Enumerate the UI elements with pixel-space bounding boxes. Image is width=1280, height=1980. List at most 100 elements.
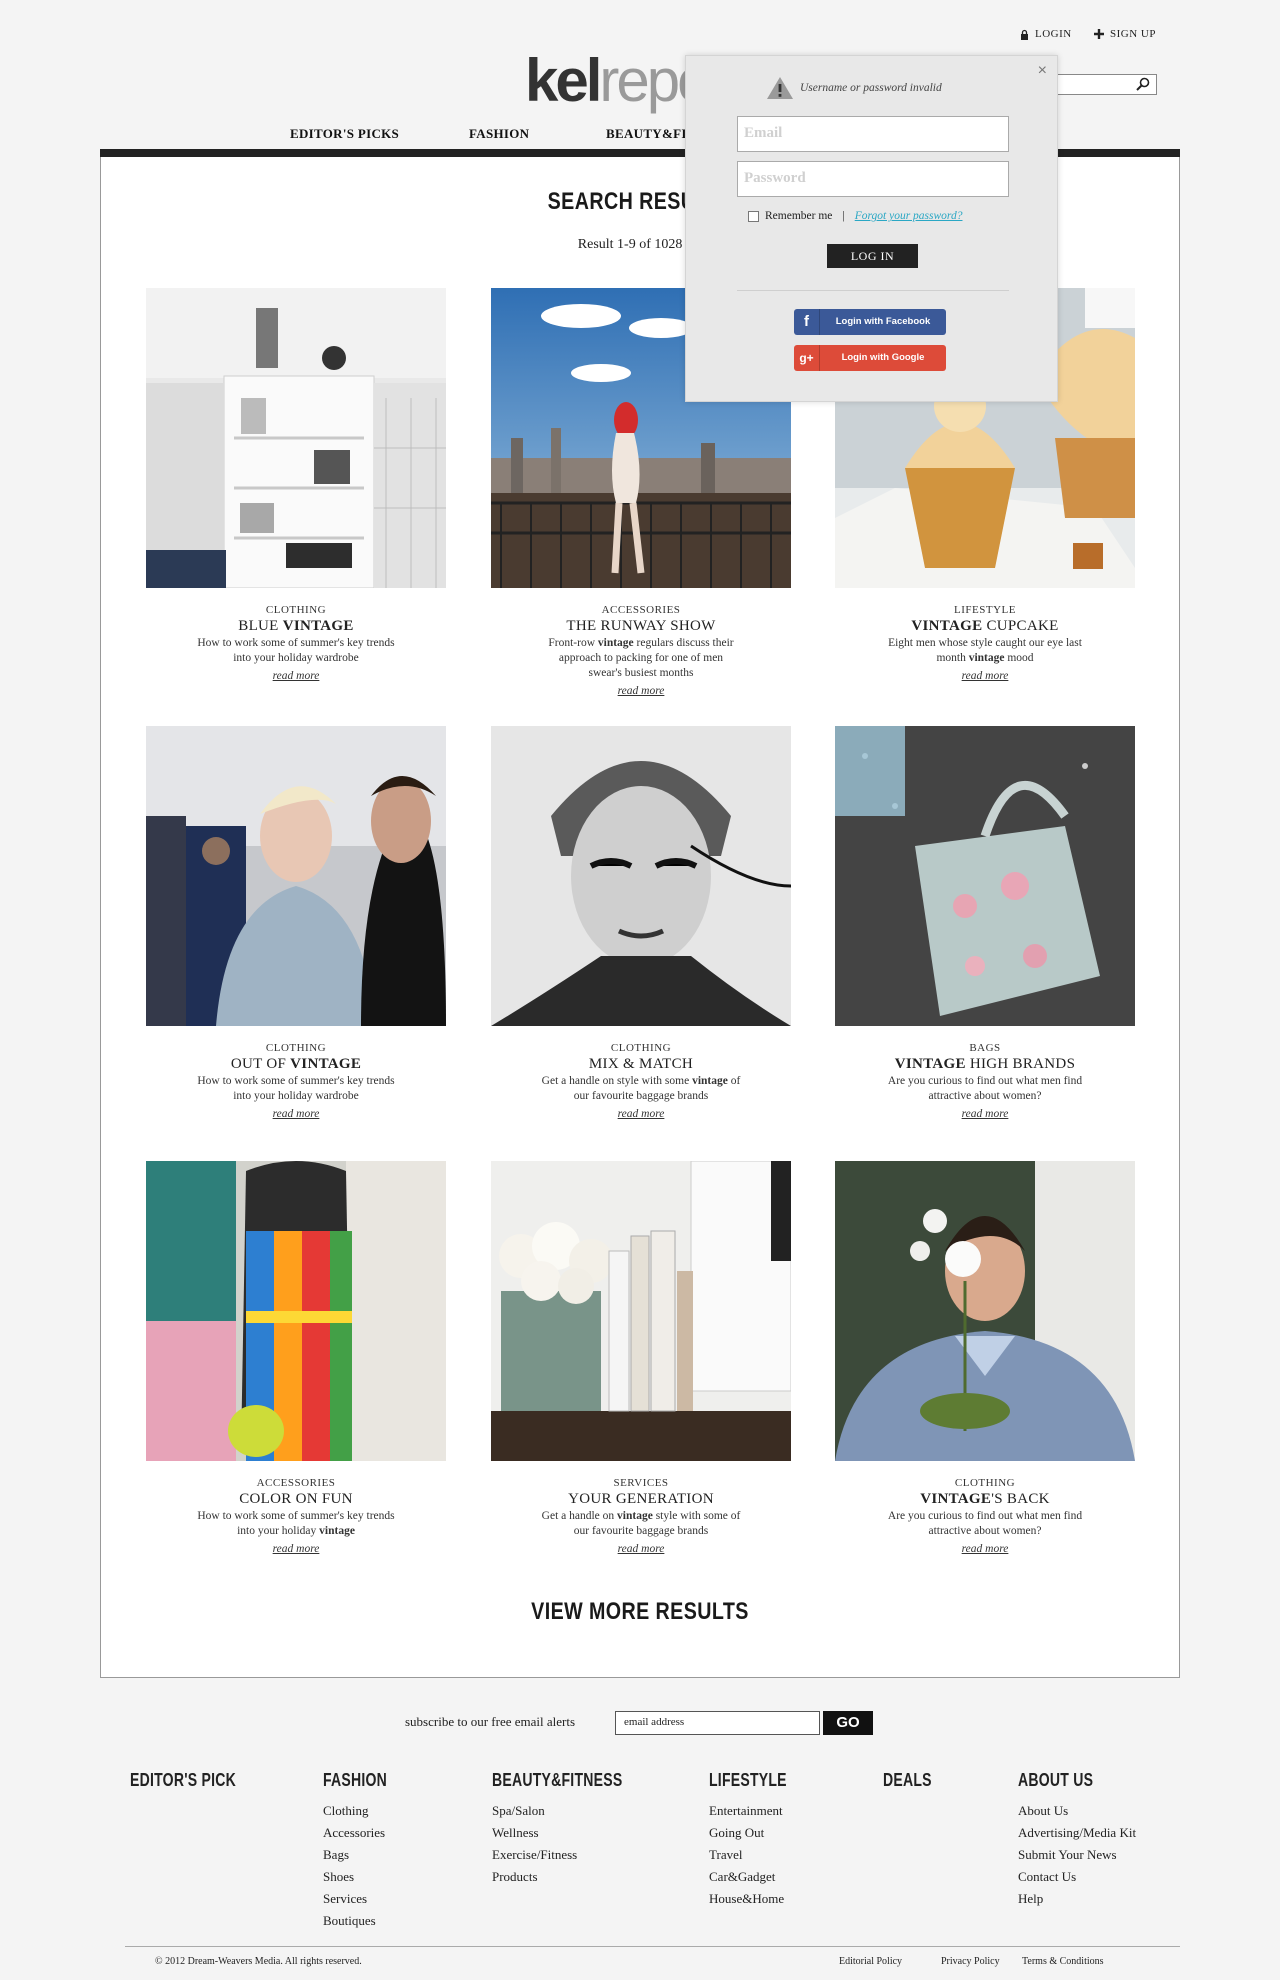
signup-link[interactable]: SIGN UP xyxy=(1094,28,1156,40)
card-title[interactable]: OUT OF VINTAGE xyxy=(146,1056,446,1073)
result-card[interactable]: SERVICES YOUR GENERATION Get a handle on… xyxy=(491,1161,791,1557)
facebook-icon: f xyxy=(794,309,820,335)
card-image[interactable] xyxy=(835,1161,1135,1461)
google-login-button[interactable]: g+ Login with Google xyxy=(794,345,946,371)
subscribe-email-input[interactable]: email address xyxy=(615,1711,820,1735)
card-image[interactable] xyxy=(835,726,1135,1026)
card-category: CLOTHING xyxy=(610,1042,672,1054)
copyright: © 2012 Dream-Weavers Media. All rights r… xyxy=(155,1956,362,1967)
remember-checkbox[interactable] xyxy=(748,210,759,222)
footer-link-privacy-policy[interactable]: Privacy Policy xyxy=(941,1956,1000,1967)
card-category: CLOTHING xyxy=(265,604,327,616)
footer-link[interactable]: Contact Us xyxy=(1018,1866,1136,1888)
card-category: ACCESSORIES xyxy=(256,1477,336,1489)
signup-label: SIGN UP xyxy=(1110,28,1156,40)
login-button[interactable]: LOG IN xyxy=(827,244,918,268)
read-more-link[interactable]: read more xyxy=(273,1108,320,1120)
lock-icon xyxy=(1021,29,1028,40)
footer-link[interactable]: Bags xyxy=(323,1844,385,1866)
footer-col-about[interactable]: ABOUT US xyxy=(1018,1770,1093,1791)
footer-link[interactable]: Travel xyxy=(709,1844,784,1866)
facebook-login-button[interactable]: f Login with Facebook xyxy=(794,309,946,335)
read-more-link[interactable]: read more xyxy=(273,670,320,682)
warning-icon xyxy=(767,77,793,99)
footer-col-deals[interactable]: DEALS xyxy=(883,1770,932,1791)
view-more-button[interactable]: VIEW MORE RESULTS xyxy=(115,1598,1165,1626)
result-card[interactable]: ACCESSORIES COLOR ON FUN How to work som… xyxy=(146,1161,446,1557)
card-description: How to work some of summer's key trends … xyxy=(197,637,395,664)
plus-icon xyxy=(1094,29,1104,39)
card-image[interactable] xyxy=(146,726,446,1026)
footer-link[interactable]: Going Out xyxy=(709,1822,784,1844)
card-description: Are you curious to find out what men fin… xyxy=(887,1510,1083,1537)
card-title[interactable]: THE RUNWAY SHOW xyxy=(491,618,791,635)
error-message: Username or password invalid xyxy=(766,76,942,100)
footer-link[interactable]: Help xyxy=(1018,1888,1136,1910)
result-card[interactable]: BAGS VINTAGE HIGH BRANDS Are you curious… xyxy=(835,726,1135,1122)
footer-link[interactable]: Exercise/Fitness xyxy=(492,1844,577,1866)
footer-link[interactable]: About Us xyxy=(1018,1800,1136,1822)
login-link[interactable]: LOGIN xyxy=(1020,28,1072,40)
footer-list-lifestyle: Entertainment Going Out Travel Car&Gadge… xyxy=(709,1800,784,1910)
result-card[interactable]: CLOTHING BLUE VINTAGE How to work some o… xyxy=(146,288,446,684)
footer-link[interactable]: Services xyxy=(323,1888,385,1910)
footer-link[interactable]: Shoes xyxy=(323,1866,385,1888)
card-category: CLOTHING xyxy=(954,1477,1016,1489)
read-more-link[interactable]: read more xyxy=(618,1108,665,1120)
footer-link-editorial-policy[interactable]: Editorial Policy xyxy=(839,1956,902,1967)
card-title[interactable]: COLOR ON FUN xyxy=(146,1491,446,1508)
card-category: SERVICES xyxy=(613,1477,669,1489)
footer-col-editors-pick[interactable]: EDITOR'S PICK xyxy=(130,1770,236,1791)
read-more-link[interactable]: read more xyxy=(962,670,1009,682)
footer-list-about: About Us Advertising/Media Kit Submit Yo… xyxy=(1018,1800,1136,1910)
forgot-password-link[interactable]: Forgot your password? xyxy=(855,210,963,222)
footer-link[interactable]: Advertising/Media Kit xyxy=(1018,1822,1136,1844)
footer-col-lifestyle[interactable]: LIFESTYLE xyxy=(709,1770,787,1791)
card-title[interactable]: VINTAGE HIGH BRANDS xyxy=(835,1056,1135,1073)
nav-editors-picks[interactable]: EDITOR'S PICKS xyxy=(290,126,399,142)
footer-link[interactable]: Boutiques xyxy=(323,1910,385,1932)
card-title[interactable]: BLUE VINTAGE xyxy=(146,618,446,635)
login-label: LOGIN xyxy=(1035,28,1072,40)
card-title[interactable]: YOUR GENERATION xyxy=(491,1491,791,1508)
read-more-link[interactable]: read more xyxy=(618,685,665,697)
card-description: How to work some of summer's key trends … xyxy=(197,1510,395,1537)
result-card[interactable]: CLOTHING VINTAGE'S BACK Are you curious … xyxy=(835,1161,1135,1557)
card-image[interactable] xyxy=(491,726,791,1026)
card-description: Are you curious to find out what men fin… xyxy=(887,1075,1083,1102)
nav-fashion[interactable]: FASHION xyxy=(469,126,529,142)
footer-link-terms[interactable]: Terms & Conditions xyxy=(1022,1956,1104,1967)
email-field[interactable]: Email xyxy=(737,116,1009,152)
read-more-link[interactable]: read more xyxy=(962,1108,1009,1120)
password-field[interactable]: Password xyxy=(737,161,1009,197)
footer-col-beauty[interactable]: BEAUTY&FITNESS xyxy=(492,1770,622,1791)
footer-link[interactable]: Products xyxy=(492,1866,577,1888)
footer-link[interactable]: Clothing xyxy=(323,1800,385,1822)
card-image[interactable] xyxy=(146,288,446,588)
card-title[interactable]: VINTAGE CUPCAKE xyxy=(835,618,1135,635)
separator xyxy=(737,290,1009,291)
footer-link[interactable]: House&Home xyxy=(709,1888,784,1910)
footer-link[interactable]: Spa/Salon xyxy=(492,1800,577,1822)
card-image[interactable] xyxy=(491,1161,791,1461)
card-category: CLOTHING xyxy=(265,1042,327,1054)
footer-link[interactable]: Accessories xyxy=(323,1822,385,1844)
footer-col-fashion[interactable]: FASHION xyxy=(323,1770,387,1791)
read-more-link[interactable]: read more xyxy=(618,1543,665,1555)
read-more-link[interactable]: read more xyxy=(273,1543,320,1555)
card-title[interactable]: MIX & MATCH xyxy=(491,1056,791,1073)
close-icon[interactable]: × xyxy=(1038,62,1047,80)
result-card[interactable]: CLOTHING MIX & MATCH Get a handle on sty… xyxy=(491,726,791,1122)
card-image[interactable] xyxy=(146,1161,446,1461)
footer-link[interactable]: Wellness xyxy=(492,1822,577,1844)
search-icon[interactable] xyxy=(1136,77,1150,91)
footer-link[interactable]: Car&Gadget xyxy=(709,1866,784,1888)
result-card[interactable]: CLOTHING OUT OF VINTAGE How to work some… xyxy=(146,726,446,1122)
card-description: Eight men whose style caught our eye las… xyxy=(888,637,1082,664)
card-title[interactable]: VINTAGE'S BACK xyxy=(835,1491,1135,1508)
footer-list-beauty: Spa/Salon Wellness Exercise/Fitness Prod… xyxy=(492,1800,577,1888)
subscribe-go-button[interactable]: GO xyxy=(823,1711,873,1735)
footer-link[interactable]: Entertainment xyxy=(709,1800,784,1822)
footer-link[interactable]: Submit Your News xyxy=(1018,1844,1136,1866)
read-more-link[interactable]: read more xyxy=(962,1543,1009,1555)
